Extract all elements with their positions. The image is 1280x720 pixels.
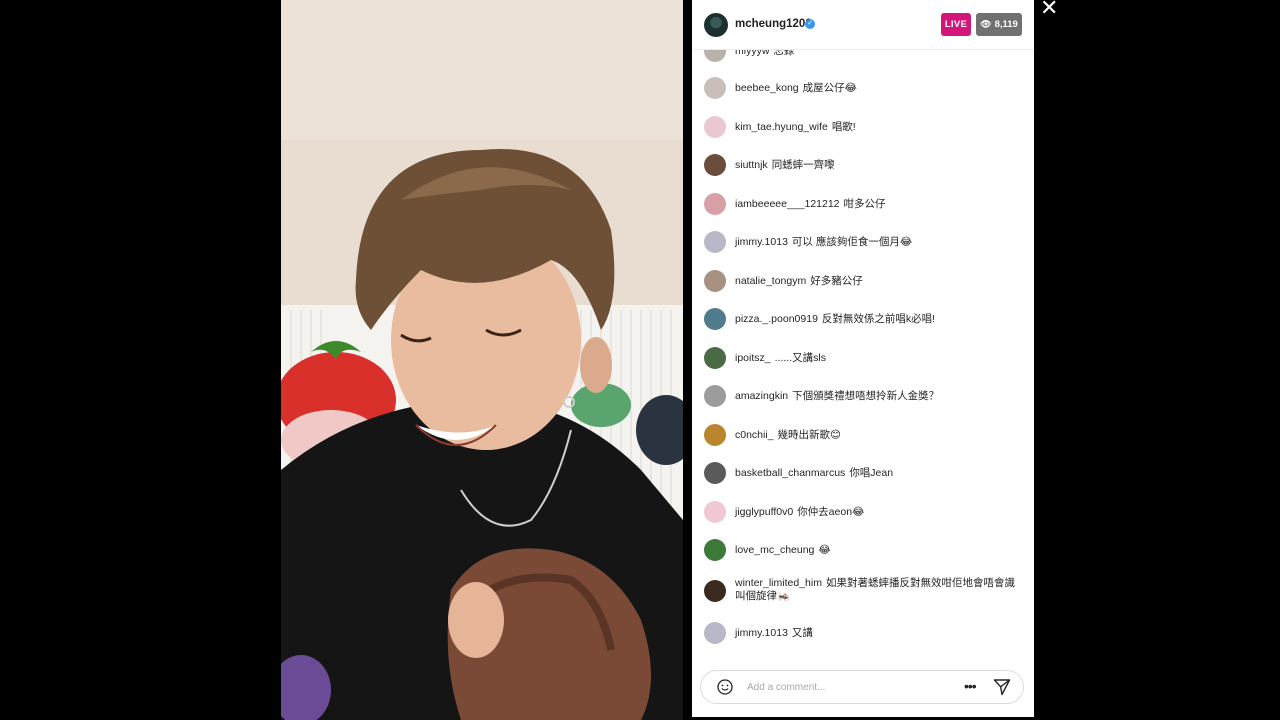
host-avatar[interactable]: [704, 13, 728, 37]
live-header: mcheung1201 ✓ LIVE 👁 8,119: [692, 0, 1034, 50]
comment-message: 同蟋蟀一齊嚟: [771, 159, 835, 171]
comment-text: jigglypuff0v0 你仲去aeon😂: [735, 506, 1021, 519]
comment-composer: •••: [700, 670, 1024, 704]
comment-avatar[interactable]: [704, 231, 726, 253]
comment-text: miyyyw 忘錄: [735, 50, 1021, 58]
comment-message: 😂: [818, 544, 831, 556]
eye-icon: 👁: [980, 19, 992, 29]
comment-avatar[interactable]: [704, 501, 726, 523]
comment-message: ......又講sls: [774, 352, 826, 364]
comment-message: 幾時出新歌😊: [777, 429, 841, 441]
comment-text: beebee_kong 成屋公仔😂: [735, 82, 1021, 95]
verified-badge-icon: ✓: [805, 19, 815, 29]
comment-text: jimmy.1013 可以 應該夠佢食一個月😂: [735, 236, 1021, 249]
comment-username[interactable]: miyyyw: [735, 50, 769, 57]
comment-message: 唱歌!: [831, 121, 856, 133]
comment-text: iambeeeee___121212 咁多公仔: [735, 198, 1021, 211]
comment-message: 忘錄: [773, 50, 795, 57]
comment-text: love_mc_cheung 😂: [735, 544, 1021, 557]
comment-message: 下個頒獎禮想唔想拎新人金獎？: [792, 390, 940, 402]
comment-message: 成屋公仔😂: [802, 82, 857, 94]
live-video: [281, 0, 683, 720]
comment-text: basketball_chanmarcus 你唱Jean: [735, 467, 1021, 480]
more-options-button[interactable]: •••: [964, 678, 977, 694]
comment-message: 又講: [791, 627, 813, 639]
comment-avatar[interactable]: [704, 424, 726, 446]
comment-text: kim_tae.hyung_wife 唱歌!: [735, 121, 1021, 134]
emoji-icon[interactable]: [717, 679, 733, 695]
comment-avatar[interactable]: [704, 77, 726, 99]
comment-username[interactable]: kim_tae.hyung_wife: [735, 121, 828, 133]
comment-avatar[interactable]: [704, 193, 726, 215]
comment-text: siuttnjk 同蟋蟀一齊嚟: [735, 159, 1021, 172]
comment-username[interactable]: beebee_kong: [735, 82, 799, 94]
comment-username[interactable]: love_mc_cheung: [735, 544, 814, 556]
comment-username[interactable]: jimmy.1013: [735, 236, 788, 248]
comment-avatar[interactable]: [704, 50, 726, 62]
comment-list[interactable]: miyyyw 忘錄 beebee_kong 成屋公仔😂 kim_tae.hyung_wi…: [692, 50, 1034, 655]
comment-avatar[interactable]: [704, 116, 726, 138]
comment-username[interactable]: basketball_chanmarcus: [735, 467, 845, 479]
live-video-frame: [281, 0, 683, 720]
send-icon[interactable]: [993, 678, 1011, 696]
viewer-count-badge[interactable]: 👁 8,119: [976, 13, 1022, 36]
comment-username[interactable]: siuttnjk: [735, 159, 768, 171]
close-button[interactable]: ✕: [1040, 0, 1058, 19]
comment-avatar[interactable]: [704, 580, 726, 602]
comment-avatar[interactable]: [704, 385, 726, 407]
comment-text: jimmy.1013 又講: [735, 627, 1021, 640]
comment-text: winter_limited_him 如果對著蟋蟀播反對無效咁佢地會唔會識叫個旋律…: [735, 577, 1021, 603]
comment-username[interactable]: iambeeeee___121212: [735, 198, 840, 210]
comment-avatar[interactable]: [704, 462, 726, 484]
comment-username[interactable]: amazingkin: [735, 390, 788, 402]
comment-avatar[interactable]: [704, 154, 726, 176]
comment-username[interactable]: winter_limited_him: [735, 577, 822, 589]
comment-message: 好多豬公仔: [810, 275, 863, 287]
comment-text: natalie_tongym 好多豬公仔: [735, 275, 1021, 288]
live-comments-panel: mcheung1201 ✓ LIVE 👁 8,119 miyyyw 忘錄 beebee…: [692, 0, 1034, 717]
comment-username[interactable]: c0nchii_: [735, 429, 774, 441]
comment-text: amazingkin 下個頒獎禮想唔想拎新人金獎？: [735, 390, 1021, 403]
comment-username[interactable]: pizza._.poon0919: [735, 313, 818, 325]
live-badge: LIVE: [941, 13, 971, 36]
comment-input[interactable]: [747, 680, 907, 694]
comment-username[interactable]: ipoitsz_: [735, 352, 771, 364]
comment-message: 可以 應該夠佢食一個月😂: [791, 236, 913, 248]
comment-username[interactable]: jigglypuff0v0: [735, 506, 793, 518]
comment-avatar[interactable]: [704, 622, 726, 644]
comment-avatar[interactable]: [704, 270, 726, 292]
comment-username[interactable]: natalie_tongym: [735, 275, 806, 287]
host-username[interactable]: mcheung1201: [735, 18, 812, 30]
comment-text: c0nchii_ 幾時出新歌😊: [735, 429, 1021, 442]
comment-text: ipoitsz_ ......又講sls: [735, 352, 1021, 365]
comment-avatar[interactable]: [704, 347, 726, 369]
comment-message: 你唱Jean: [849, 467, 894, 479]
comment-username[interactable]: jimmy.1013: [735, 627, 788, 639]
comment-message: 咁多公仔: [843, 198, 886, 210]
comment-avatar[interactable]: [704, 308, 726, 330]
comment-message: 反對無效係之前唱k必唱!: [821, 313, 936, 325]
viewer-count: 8,119: [994, 19, 1018, 30]
comment-message: 你仲去aeon😂: [797, 506, 865, 518]
comment-text: pizza._.poon0919 反對無效係之前唱k必唱!: [735, 313, 1021, 326]
comment-avatar[interactable]: [704, 539, 726, 561]
